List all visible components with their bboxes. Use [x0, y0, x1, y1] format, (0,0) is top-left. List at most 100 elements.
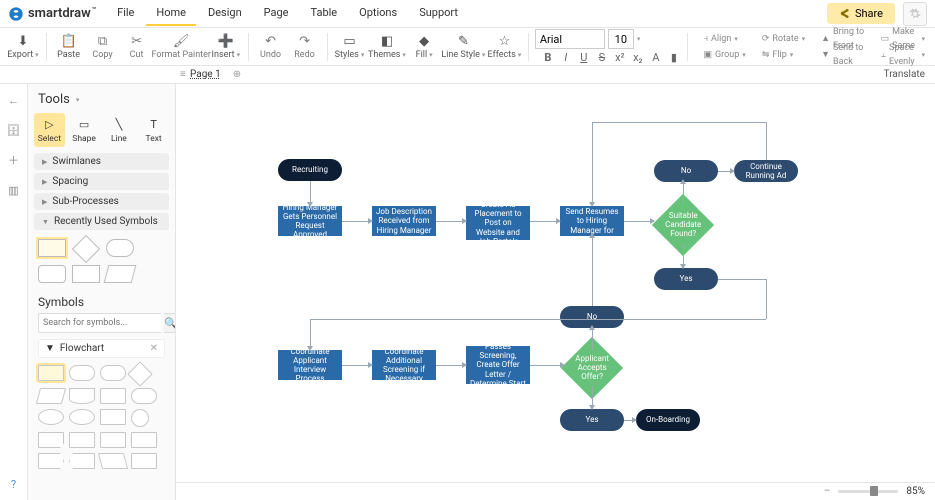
symbols-search-button[interactable]: 🔍	[164, 313, 176, 333]
send-to-back-button[interactable]: ▼ Send to Back	[817, 47, 868, 62]
shape-card[interactable]	[38, 432, 64, 448]
recent-symbol-diamond[interactable]	[72, 235, 100, 263]
node-receive-send[interactable]: Receive and Send Resumes to Hiring Manag…	[560, 206, 624, 236]
section-recently-used[interactable]: ▼Recently Used Symbols	[34, 213, 169, 230]
menu-page[interactable]: Page	[254, 1, 299, 26]
app-logo[interactable]: smartdraw	[8, 6, 95, 22]
node-if-applicant[interactable]: If Applicant Passes Screening, Create Of…	[466, 346, 530, 384]
format-painter-button[interactable]: 🖌Format Painter	[155, 31, 208, 62]
node-coordinate-interview[interactable]: Coordinate Applicant Interview Process	[278, 350, 342, 380]
shape-data[interactable]	[36, 388, 66, 404]
shape-stored[interactable]	[131, 388, 157, 404]
align-button[interactable]: ⫞ Align▾	[700, 31, 750, 46]
shape-rect[interactable]	[38, 365, 64, 381]
menu-table[interactable]: Table	[301, 1, 348, 26]
shape-rounded[interactable]	[69, 365, 95, 381]
section-sub-processes[interactable]: ▶Sub-Processes	[34, 193, 169, 210]
shape-internal[interactable]	[100, 409, 126, 425]
section-swimlanes[interactable]: ▶Swimlanes	[34, 153, 169, 170]
menu-file[interactable]: File	[107, 1, 144, 26]
tool-text[interactable]: TText	[138, 113, 169, 147]
font-color-button[interactable]: A	[649, 51, 663, 64]
strikethrough-button[interactable]: S	[595, 51, 609, 64]
node-yes1[interactable]: Yes	[654, 268, 718, 290]
layers-icon[interactable]: ▥	[6, 182, 22, 198]
italic-button[interactable]: I	[559, 51, 573, 64]
fill-button[interactable]: ◆Fill▾	[408, 31, 440, 62]
styles-button[interactable]: ▭Styles▾	[333, 31, 366, 62]
tools-header[interactable]: Tools▾	[32, 90, 171, 113]
menu-support[interactable]: Support	[409, 1, 468, 26]
shape-offpage[interactable]	[38, 453, 64, 469]
zoom-slider[interactable]	[838, 490, 898, 493]
canvas[interactable]: Recruiting Hiring Manager Gets Personnel…	[176, 84, 935, 500]
shape-prep[interactable]	[100, 432, 126, 448]
tool-shape[interactable]: ▭Shape	[69, 113, 100, 147]
shape-manual-input[interactable]	[69, 432, 95, 448]
section-spacing[interactable]: ▶Spacing	[34, 173, 169, 190]
flip-button[interactable]: ⇋ Flip▾	[758, 47, 809, 62]
tool-select[interactable]: ▷Select	[34, 113, 65, 147]
shape-diamond[interactable]	[127, 361, 152, 386]
plus-icon[interactable]: ＋	[6, 152, 22, 168]
font-name-select[interactable]	[535, 29, 605, 49]
node-coordinate-screening[interactable]: Coordinate Additional Screening if Neces…	[372, 350, 436, 380]
menu-design[interactable]: Design	[198, 1, 252, 26]
export-button[interactable]: ⬇Export▾	[6, 31, 40, 62]
node-no1[interactable]: No	[654, 160, 718, 182]
shape-manual-op[interactable]	[98, 453, 128, 469]
shape-display[interactable]	[131, 432, 157, 448]
space-evenly-button[interactable]: ⫠ Space Evenly▾	[877, 47, 929, 62]
menu-home[interactable]: Home	[146, 1, 196, 26]
highlight-button[interactable]: ▮	[667, 51, 681, 64]
node-create-ad[interactable]: Create Ad Placement to Post on Website a…	[466, 206, 530, 240]
redo-button[interactable]: ↷Redo	[289, 31, 321, 62]
bold-button[interactable]: B	[541, 51, 555, 64]
shape-merge[interactable]	[69, 453, 95, 469]
shape-delay[interactable]	[131, 453, 157, 469]
shape-connector[interactable]	[131, 409, 149, 427]
shape-document[interactable]	[69, 388, 95, 404]
shape-terminator[interactable]	[100, 365, 126, 381]
recent-symbol-rounded[interactable]	[38, 265, 66, 283]
insert-button[interactable]: ➕Insert▾	[210, 31, 242, 62]
superscript-button[interactable]: x²	[613, 51, 627, 64]
shape-database[interactable]	[38, 409, 64, 425]
shape-predefined[interactable]	[100, 388, 126, 404]
flowchart-category[interactable]: ▼Flowchart✕	[38, 339, 165, 358]
node-yes2[interactable]: Yes	[560, 409, 624, 431]
page-tab[interactable]: Page 1	[190, 69, 221, 80]
undo-button[interactable]: ↶Undo	[255, 31, 287, 62]
tool-line[interactable]: ╲Line	[104, 113, 135, 147]
group-button[interactable]: ▣ Group▾	[700, 47, 750, 62]
close-flowchart-icon[interactable]: ✕	[150, 343, 158, 354]
share-button[interactable]: Share	[827, 3, 895, 24]
rotate-button[interactable]: ⟳ Rotate▾	[758, 31, 809, 46]
line-style-button[interactable]: ✎Line Style▾	[442, 31, 485, 62]
settings-button[interactable]	[903, 2, 927, 26]
underline-button[interactable]: U	[577, 51, 591, 64]
paste-button[interactable]: 📋Paste	[53, 31, 85, 62]
subscript-button[interactable]: x₂	[631, 51, 645, 64]
recent-symbol-rect2[interactable]	[72, 265, 100, 283]
translate-button[interactable]: Translate	[884, 69, 925, 80]
shape-direct[interactable]	[69, 409, 95, 425]
recent-symbol-rect[interactable]	[38, 239, 66, 257]
symbols-search-input[interactable]	[38, 313, 161, 333]
recent-symbol-terminator[interactable]	[106, 239, 134, 257]
node-job-description[interactable]: Job Description Received from Hiring Man…	[372, 206, 436, 236]
effects-button[interactable]: ☆Effects▾	[487, 31, 522, 62]
node-onboarding[interactable]: On-Boarding	[636, 409, 700, 431]
back-icon[interactable]: ←	[6, 92, 22, 108]
node-hiring-manager[interactable]: Hiring Manager Gets Personnel Request Ap…	[278, 206, 342, 236]
help-icon[interactable]: ?	[6, 476, 22, 492]
outline-toggle-icon[interactable]: ≡	[180, 69, 186, 80]
node-continue-running[interactable]: Continue Running Ad	[734, 160, 798, 182]
cut-button[interactable]: ✂Cut	[121, 31, 153, 62]
zoom-out-button[interactable]: –	[824, 486, 831, 497]
themes-button[interactable]: ◧Themes▾	[368, 31, 406, 62]
recent-symbol-parallelogram[interactable]	[104, 265, 137, 283]
font-size-select[interactable]	[608, 29, 634, 49]
node-recruiting[interactable]: Recruiting	[278, 159, 342, 181]
copy-button[interactable]: ⧉Copy	[87, 31, 119, 62]
